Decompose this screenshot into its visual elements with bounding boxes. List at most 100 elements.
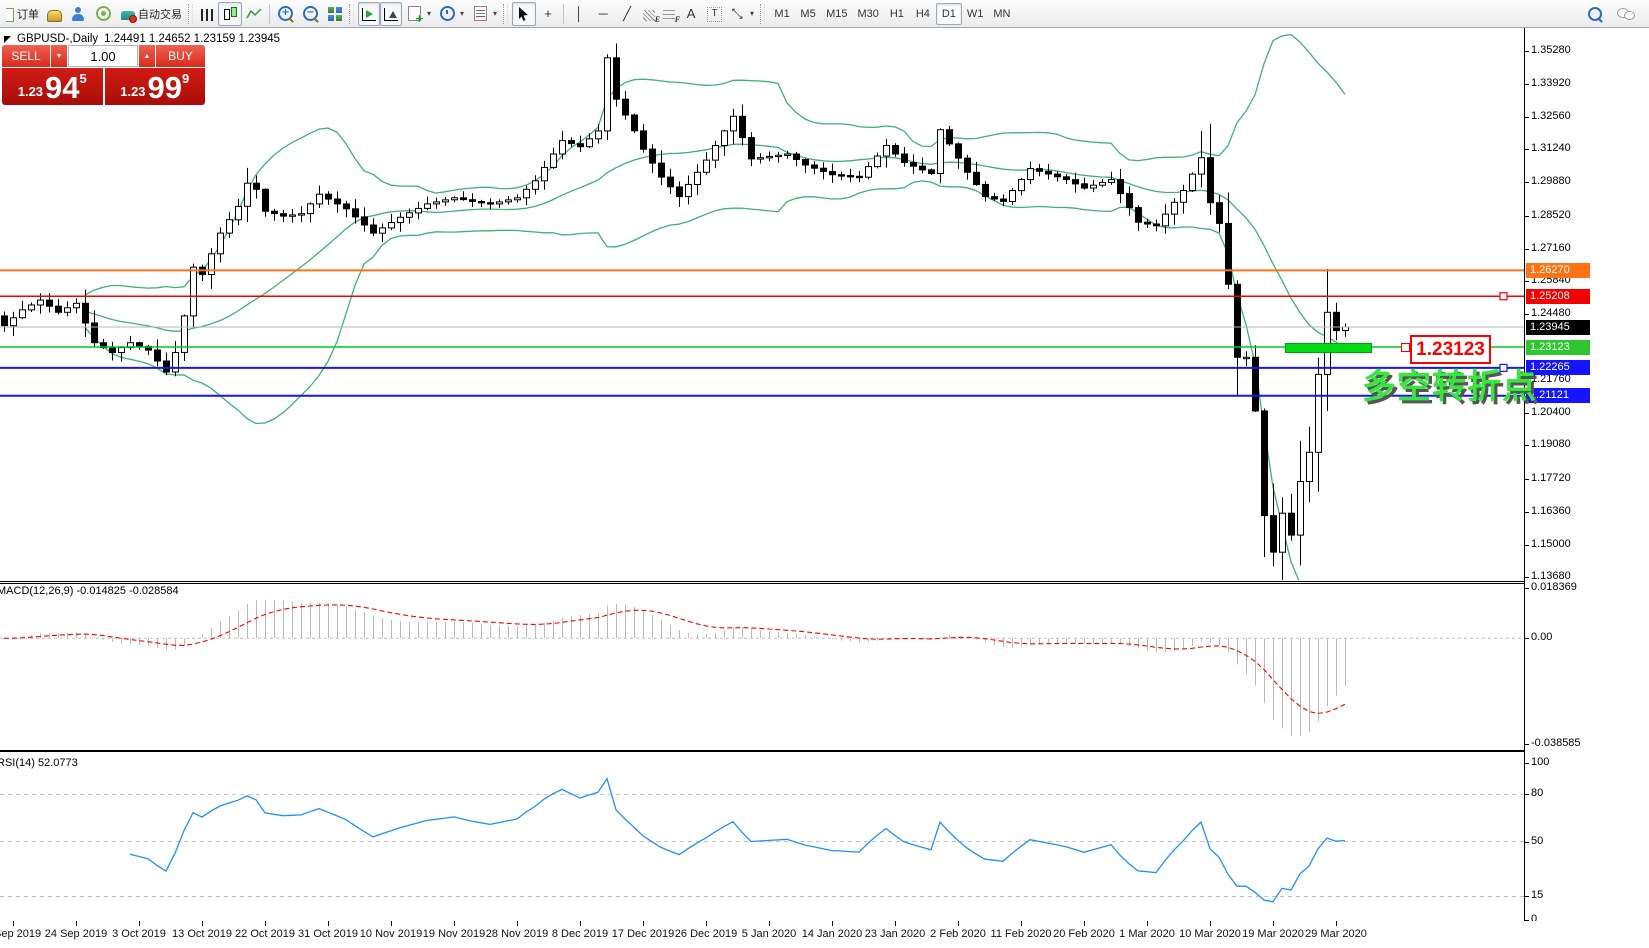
search-button[interactable] xyxy=(1583,2,1607,26)
periods-button[interactable]: ▾ xyxy=(435,2,468,26)
auto-scroll-button[interactable] xyxy=(358,2,380,26)
price-line-badge: 1.25208 xyxy=(1526,289,1590,304)
rsi-tick-dash xyxy=(1525,794,1529,795)
price-line-badge: 1.23945 xyxy=(1526,320,1590,335)
price-tick-dash xyxy=(1525,51,1529,52)
price-tick-label: 1.28520 xyxy=(1531,209,1571,221)
rsi-chart[interactable] xyxy=(0,752,1524,920)
date-label: 10 Nov 2019 xyxy=(360,928,422,940)
cursor-button[interactable] xyxy=(512,2,536,26)
new-chart-icon: + xyxy=(408,6,421,21)
price-tick-dash xyxy=(1525,117,1529,118)
text-button[interactable]: A xyxy=(679,2,703,26)
level-price-box[interactable]: 1.23123 xyxy=(1410,335,1491,364)
chat-button[interactable] xyxy=(1613,2,1639,26)
bar-chart-button[interactable] xyxy=(197,2,218,26)
gold-icon xyxy=(47,10,62,22)
zoom-out-button[interactable]: − xyxy=(298,2,323,26)
timeframe-h1[interactable]: H1 xyxy=(884,3,910,25)
turning-point-annotation[interactable]: 多空转折点 xyxy=(1362,369,1537,406)
horizontal-line-button[interactable]: ─ xyxy=(591,2,615,26)
sell-button[interactable]: SELL xyxy=(2,45,50,67)
new-order-icon xyxy=(6,8,14,22)
date-tick xyxy=(769,921,770,926)
price-tick-label: 1.32560 xyxy=(1531,110,1571,122)
main-price-panel[interactable] xyxy=(0,28,1524,582)
price-tick-label: 1.15000 xyxy=(1531,538,1571,550)
date-label: 5 Sep 2019 xyxy=(0,928,41,940)
buy-price-button[interactable]: 1.23 99 9 xyxy=(105,68,206,105)
date-tick xyxy=(328,921,329,926)
chart-shift-button[interactable] xyxy=(380,2,402,26)
price-tick-dash xyxy=(1525,84,1529,85)
candlestick-chart[interactable] xyxy=(0,28,1524,580)
green-highlight-segment[interactable] xyxy=(1285,343,1372,353)
level-box-anchor-handle[interactable] xyxy=(1401,343,1410,352)
sell-price-button[interactable]: 1.23 94 5 xyxy=(2,68,103,105)
price-tick-dash xyxy=(1525,182,1529,183)
macd-tick-dash xyxy=(1525,744,1529,745)
price-tick-label: 1.16360 xyxy=(1531,505,1571,517)
text-label-icon: T xyxy=(707,7,722,22)
date-label: 3 Oct 2019 xyxy=(112,928,166,940)
line-chart-button[interactable] xyxy=(242,2,266,26)
price-tick-dash xyxy=(1525,249,1529,250)
macd-chart[interactable] xyxy=(0,584,1524,748)
tile-windows-icon xyxy=(328,7,342,21)
signals-button[interactable] xyxy=(90,2,117,26)
date-tick xyxy=(1336,921,1337,926)
zoom-in-button[interactable]: + xyxy=(273,2,298,26)
date-tick xyxy=(1084,921,1085,926)
date-label: 23 Jan 2020 xyxy=(865,928,926,940)
volume-decrease-button[interactable]: ▼ xyxy=(51,45,67,67)
timeframe-m1[interactable]: M1 xyxy=(769,3,795,25)
timeframe-mn[interactable]: MN xyxy=(988,3,1015,25)
channel-button[interactable]: E xyxy=(639,2,659,26)
templates-button[interactable]: ▾ xyxy=(468,2,501,26)
fibonacci-button[interactable]: F xyxy=(659,2,679,26)
auto-scroll-icon xyxy=(362,8,376,21)
timeframe-m30[interactable]: M30 xyxy=(852,3,883,25)
community-button[interactable] xyxy=(66,2,90,26)
buy-button[interactable]: BUY xyxy=(156,45,205,67)
date-label: 13 Oct 2019 xyxy=(172,928,232,940)
chat-icon xyxy=(1617,6,1635,22)
tile-windows-button[interactable] xyxy=(323,2,347,26)
date-label: 22 Oct 2019 xyxy=(235,928,295,940)
price-tick-dash xyxy=(1525,545,1529,546)
timeframe-group: M1M5M15M30H1H4D1W1MN xyxy=(769,3,1015,25)
rsi-tick-dash xyxy=(1525,896,1529,897)
date-label: 2 Feb 2020 xyxy=(930,928,986,940)
date-label: 11 Feb 2020 xyxy=(991,928,1052,940)
timeframe-w1[interactable]: W1 xyxy=(962,3,989,25)
trendline-button[interactable]: ╱ xyxy=(615,2,639,26)
new-chart-button[interactable]: +▾ xyxy=(402,2,435,26)
timeframe-h4[interactable]: H4 xyxy=(910,3,936,25)
macd-tick-dash xyxy=(1525,588,1529,589)
candlestick-chart-button[interactable] xyxy=(218,2,242,26)
toolbar-separator xyxy=(563,4,564,24)
date-tick xyxy=(391,921,392,926)
macd-axis-label: 0.00 xyxy=(1531,631,1552,643)
autotrading-button[interactable]: 自动交易 xyxy=(117,2,186,26)
rsi-panel[interactable] xyxy=(0,751,1524,923)
date-label: 17 Dec 2019 xyxy=(612,928,674,940)
text-label-button[interactable]: T xyxy=(703,2,726,26)
oct-collapse-icon[interactable] xyxy=(4,36,11,43)
price-tick-label: 1.17720 xyxy=(1531,472,1571,484)
timeframe-m5[interactable]: M5 xyxy=(795,3,821,25)
timeframe-m15[interactable]: M15 xyxy=(821,3,852,25)
macd-panel[interactable] xyxy=(0,583,1524,751)
date-tick xyxy=(706,921,707,926)
arrows-button[interactable]: ↖↘ ▾ xyxy=(726,2,758,26)
volume-input[interactable] xyxy=(68,45,138,67)
volume-increase-button[interactable]: ▲ xyxy=(139,45,155,67)
date-axis: 5 Sep 201924 Sep 20193 Oct 201913 Oct 20… xyxy=(0,921,1649,948)
market-watch-button[interactable] xyxy=(43,2,66,26)
timeframe-d1[interactable]: D1 xyxy=(936,3,962,25)
date-label: 26 Dec 2019 xyxy=(675,928,737,940)
new-order-button[interactable]: 订单 xyxy=(2,2,43,26)
vertical-line-button[interactable]: │ xyxy=(567,2,591,26)
price-tick-dash xyxy=(1525,413,1529,414)
crosshair-button[interactable]: + xyxy=(536,2,560,26)
